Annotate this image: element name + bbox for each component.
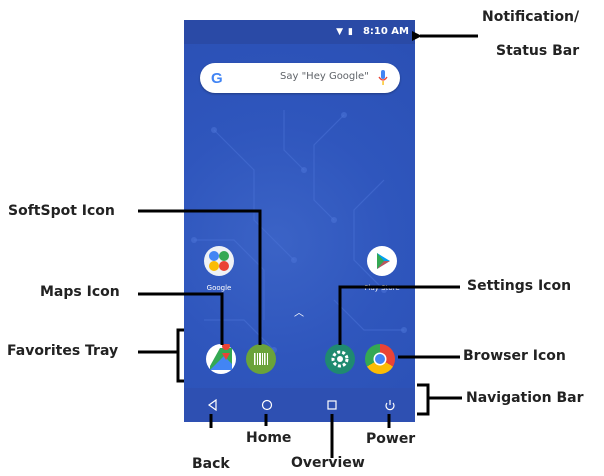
overview-callout: Overview <box>291 455 365 471</box>
power-callout: Power <box>366 431 416 447</box>
notification-callout-line2: Status Bar <box>496 43 580 59</box>
favorites-callout: Favorites Tray <box>7 343 119 359</box>
settings-leader <box>338 285 460 345</box>
navigation-callout: Navigation Bar <box>466 390 584 406</box>
notification-callout-line1: Notification/ <box>482 9 580 25</box>
settings-callout: Settings Icon <box>467 278 572 294</box>
navigation-bracket <box>417 383 430 416</box>
softspot-leader <box>138 209 262 345</box>
browser-callout: Browser Icon <box>463 348 566 364</box>
back-callout: Back <box>192 456 230 472</box>
favorites-bracket <box>176 328 184 383</box>
maps-callout: Maps Icon <box>40 284 120 300</box>
home-callout: Home <box>246 430 292 446</box>
softspot-callout: SoftSpot Icon <box>8 203 115 219</box>
maps-leader <box>138 292 224 345</box>
